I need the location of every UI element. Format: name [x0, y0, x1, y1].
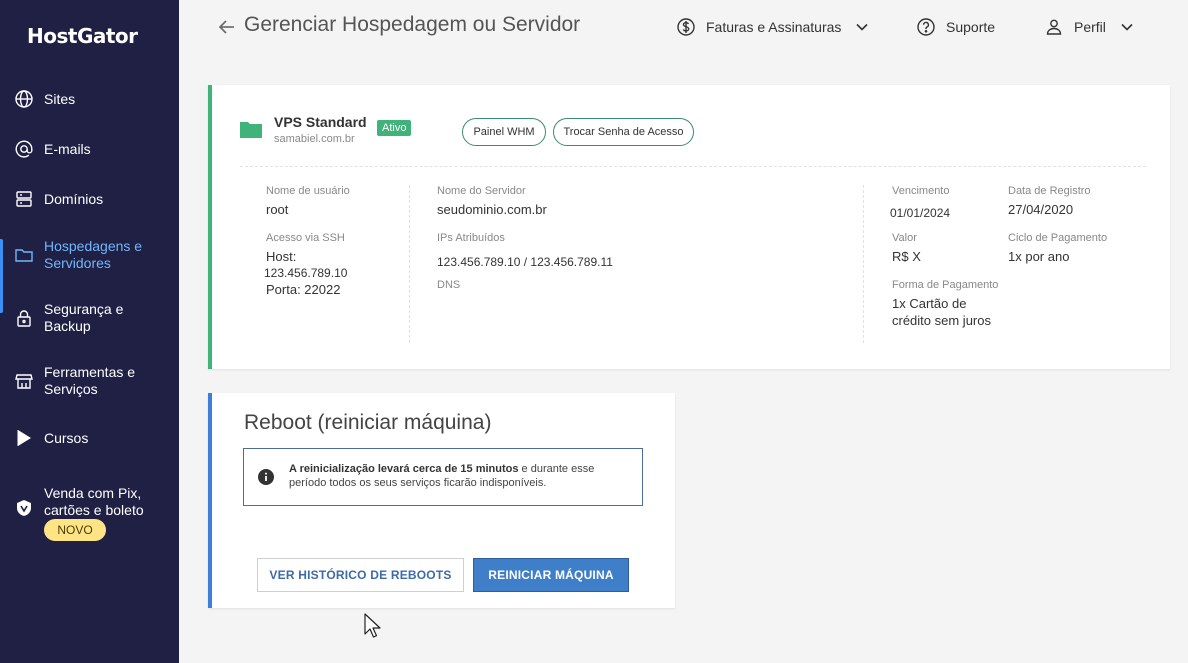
- info-text: A reinicialização levará cerca de 15 min…: [289, 462, 629, 490]
- column-divider: [863, 185, 864, 343]
- support-label: Suporte: [946, 19, 996, 35]
- dollar-icon: [677, 18, 695, 36]
- plan-domain: samabiel.com.br: [274, 133, 355, 145]
- due-date-value: 01/01/2024: [890, 206, 951, 220]
- dns-label: DNS: [437, 279, 461, 291]
- billing-cycle-value: 1x por ano: [1008, 249, 1070, 264]
- profile-menu[interactable]: Perfil: [1044, 17, 1134, 37]
- registration-date-label: Data de Registro: [1008, 185, 1091, 197]
- profile-label: Perfil: [1074, 19, 1106, 35]
- payment-method-line2: crédito sem juros: [892, 313, 991, 328]
- info-icon: [258, 469, 274, 485]
- server-name-label: Nome do Servidor: [437, 185, 526, 197]
- ssh-port: Porta: 22022: [266, 282, 341, 297]
- restart-machine-button[interactable]: REINICIAR MÁQUINA: [473, 558, 629, 592]
- at-icon: [14, 139, 34, 159]
- username-value: root: [266, 202, 289, 217]
- mouse-cursor-icon: [364, 613, 381, 638]
- novo-badge: NOVO: [44, 519, 106, 541]
- sidebar-item-label: Domínios: [44, 191, 104, 207]
- support-link[interactable]: Suporte: [916, 17, 995, 37]
- plan-name: VPS Standard: [274, 114, 367, 130]
- info-text-bold: A reinicialização levará cerca de 15 min…: [289, 463, 519, 475]
- sidebar-item-label: Sites: [44, 91, 76, 107]
- whm-panel-button[interactable]: Painel WHM: [462, 118, 546, 146]
- column-divider: [409, 185, 410, 343]
- server-name-value: seudominio.com.br: [437, 202, 547, 217]
- lock-icon: [14, 308, 34, 328]
- help-icon: [917, 18, 935, 36]
- sidebar-item-label: Venda com Pix, cartões e boleto: [44, 485, 144, 518]
- reboot-card: Reboot (reiniciar máquina) A reinicializ…: [208, 393, 675, 608]
- sidebar-item-label: Cursos: [44, 430, 89, 446]
- user-icon: [1046, 19, 1062, 35]
- value-value: R$ X: [892, 249, 921, 264]
- play-icon: [14, 428, 34, 448]
- server-icon: [14, 189, 34, 209]
- folder-icon: [14, 245, 34, 265]
- sidebar-item-label: Ferramentas e Serviços: [44, 364, 136, 397]
- store-icon: [14, 371, 34, 391]
- shield-icon: [14, 498, 34, 518]
- reboot-title: Reboot (reiniciar máquina): [244, 411, 492, 434]
- registration-date-value: 27/04/2020: [1008, 202, 1074, 217]
- folder-icon: [240, 122, 262, 138]
- status-badge: Ativo: [377, 120, 412, 136]
- payment-method-line1: 1x Cartão de: [892, 296, 967, 311]
- plan-card: VPS Standard samabiel.com.br Ativo Paine…: [208, 85, 1170, 369]
- chevron-down-icon: [856, 23, 868, 31]
- billing-label: Faturas e Assinaturas: [706, 19, 842, 35]
- value-label: Valor: [892, 232, 917, 244]
- ssh-ip: 123.456.789.10: [264, 266, 348, 280]
- sidebar-item-label: E-mails: [44, 141, 91, 157]
- chevron-down-icon: [1121, 23, 1133, 31]
- globe-icon: [14, 89, 34, 109]
- page-title: Gerenciar Hospedagem ou Servidor: [244, 13, 581, 36]
- sidebar: HostGator Sites E-mails Domínios Hospeda…: [0, 0, 179, 663]
- reboot-history-button[interactable]: VER HISTÓRICO DE REBOOTS: [257, 558, 464, 592]
- info-alert: A reinicialização levará cerca de 15 min…: [243, 448, 643, 506]
- sidebar-item-label: Segurança e Backup: [44, 301, 124, 334]
- payment-method-label: Forma de Pagamento: [892, 279, 999, 291]
- billing-cycle-label: Ciclo de Pagamento: [1008, 232, 1108, 244]
- change-password-button[interactable]: Trocar Senha de Acesso: [553, 118, 694, 146]
- ips-label: IPs Atribuídos: [437, 232, 505, 244]
- ssh-host: Host:: [266, 249, 297, 264]
- ips-value: 123.456.789.10 / 123.456.789.11: [437, 255, 613, 269]
- hostgator-logo[interactable]: HostGator: [27, 24, 138, 48]
- divider: [240, 166, 1146, 167]
- due-date-label: Vencimento: [892, 185, 950, 197]
- username-label: Nome de usuário: [266, 185, 350, 197]
- sidebar-item-label: Hospedagens e Servidores: [44, 238, 143, 271]
- billing-menu[interactable]: Faturas e Assinaturas: [676, 17, 869, 37]
- back-arrow-icon[interactable]: [217, 17, 237, 37]
- ssh-label: Acesso via SSH: [266, 232, 345, 244]
- top-header: Gerenciar Hospedagem ou Servidor Faturas…: [179, 0, 1188, 56]
